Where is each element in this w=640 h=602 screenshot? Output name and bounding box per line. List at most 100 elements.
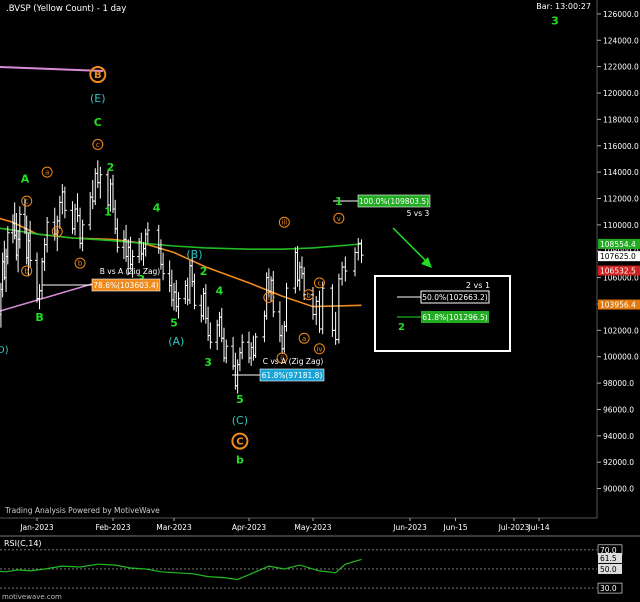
svg-text:100.0%(109803.5): 100.0%(109803.5) <box>359 197 429 206</box>
wave-label: A <box>21 173 30 186</box>
price-tick-label: 100000.0 <box>603 353 639 362</box>
svg-text:1: 1 <box>335 195 343 208</box>
rsi-tick-label: 61.5 <box>600 554 617 563</box>
rsi-tick-label: 50.0 <box>600 565 617 574</box>
price-tick-label: 118000.0 <box>603 115 639 124</box>
wave-label: C <box>94 116 102 129</box>
svg-text:c: c <box>96 141 100 149</box>
price-tick-label: 96000.0 <box>603 405 634 414</box>
time-tick-label: Mar-2023 <box>156 523 192 532</box>
wave-label: 5 <box>236 393 244 406</box>
svg-text:b: b <box>55 228 60 236</box>
price-tick-label: 110000.0 <box>603 221 639 230</box>
svg-text:4: 4 <box>216 285 224 298</box>
wave-label: 1 <box>335 195 343 208</box>
svg-text:103956.4: 103956.4 <box>600 301 636 310</box>
wave-label: 3 <box>204 356 212 369</box>
rsi-label: RSI(C,14) <box>4 539 42 548</box>
svg-text:A: A <box>21 173 30 186</box>
projection-wave-label: 2 <box>398 322 405 333</box>
wave-label: 5 <box>170 316 178 329</box>
svg-text:108554.4: 108554.4 <box>600 240 636 249</box>
time-tick-label: Jun-15 <box>443 523 468 532</box>
wave-label: (B) <box>186 248 202 261</box>
wave-label: b <box>236 453 244 466</box>
chart-title: .BVSP (Yellow Count) - 1 day <box>6 4 126 14</box>
time-tick-label: Jun-2023 <box>392 523 427 532</box>
projection-level-50: 50.0%(102663.2) <box>422 293 488 302</box>
chart-canvas[interactable]: .BVSP (Yellow Count) - 1 day Bar: 13:00:… <box>0 0 640 602</box>
edge-wave-label: D) <box>0 345 9 356</box>
price-tag: 103956.4 <box>598 299 640 310</box>
wave-label: 3 <box>551 14 559 27</box>
time-tick-label: Feb-2023 <box>95 523 130 532</box>
fib-label: B vs A (Zig Zag) 78.6%(103603.4) <box>91 267 161 292</box>
svg-text:61.8%(97181.8): 61.8%(97181.8) <box>262 371 323 380</box>
time-tick-label: Apr-2023 <box>232 523 267 532</box>
svg-text:5: 5 <box>170 316 178 329</box>
projection-level-618: 61.8%(101296.5) <box>422 313 488 322</box>
price-tag: 108554.4 <box>598 238 640 249</box>
svg-text:C: C <box>236 437 243 448</box>
price-tick-label: 92000.0 <box>603 458 634 467</box>
price-tick-label: 94000.0 <box>603 432 634 441</box>
wave-label: 2 <box>107 161 115 174</box>
wave-label: 4 <box>216 285 224 298</box>
wave-label: (A) <box>168 335 184 348</box>
price-tick-label: 122000.0 <box>603 63 639 72</box>
svg-text:(C): (C) <box>232 414 248 427</box>
price-tick-label: 98000.0 <box>603 379 634 388</box>
price-tick-label: 102000.0 <box>603 326 639 335</box>
price-tick-label: 114000.0 <box>603 168 639 177</box>
svg-text:2: 2 <box>107 161 115 174</box>
svg-text:a: a <box>302 335 306 343</box>
wave-label: B <box>35 311 43 324</box>
svg-text:5 vs 3: 5 vs 3 <box>407 209 430 218</box>
price-tick-label: 112000.0 <box>603 194 639 203</box>
svg-text:i: i <box>268 294 270 302</box>
svg-text:C: C <box>94 116 102 129</box>
svg-text:b: b <box>236 453 244 466</box>
price-tick-label: 126000.0 <box>603 10 639 19</box>
svg-text:C vs A (Zig Zag): C vs A (Zig Zag) <box>263 357 324 366</box>
wave-label: 4 <box>153 202 161 215</box>
projection-box-title: 2 vs 1 <box>466 281 490 290</box>
bar-time-readout: Bar: 13:00:27 <box>536 2 591 11</box>
rsi-tick-label: 30.0 <box>600 584 617 593</box>
svg-text:B vs A (Zig Zag): B vs A (Zig Zag) <box>100 267 161 276</box>
svg-text:c: c <box>25 198 29 206</box>
svg-text:b: b <box>306 291 311 299</box>
time-tick-label: Jul-2023 <box>498 523 530 532</box>
svg-text:(B): (B) <box>186 248 202 261</box>
svg-text:c: c <box>318 279 322 287</box>
svg-text:3: 3 <box>204 356 212 369</box>
price-tick-label: 116000.0 <box>603 142 639 151</box>
time-tick-label: Jul-14 <box>527 523 550 532</box>
svg-text:iii: iii <box>281 219 287 227</box>
svg-text:a: a <box>45 169 49 177</box>
wave-label: (C) <box>232 414 248 427</box>
price-tick-label: 90000.0 <box>603 485 634 494</box>
svg-text:3: 3 <box>551 14 559 27</box>
svg-text:B: B <box>35 311 43 324</box>
price-tag: 107625.0 <box>598 251 640 262</box>
svg-text:b: b <box>24 268 29 276</box>
time-tick-label: May-2023 <box>294 523 331 532</box>
wave-label: 1 <box>104 206 112 219</box>
svg-text:iv: iv <box>316 345 322 353</box>
price-tick-label: 120000.0 <box>603 89 639 98</box>
svg-text:(A): (A) <box>168 335 184 348</box>
svg-text:v: v <box>337 215 341 223</box>
credit-text: Trading Analysis Powered by MotiveWave <box>4 506 160 515</box>
price-tick-label: 124000.0 <box>603 36 639 45</box>
fib-label: C vs A (Zig Zag) 61.8%(97181.8) <box>259 357 325 382</box>
wave-label: (E) <box>90 92 106 105</box>
svg-text:5: 5 <box>236 393 244 406</box>
svg-text:78.6%(103603.4): 78.6%(103603.4) <box>93 281 159 290</box>
svg-text:1: 1 <box>104 206 112 219</box>
svg-text:B: B <box>94 70 102 81</box>
svg-text:4: 4 <box>153 202 161 215</box>
svg-text:b: b <box>78 260 83 268</box>
wave-label: 2 <box>200 265 208 278</box>
svg-text:2: 2 <box>200 265 208 278</box>
